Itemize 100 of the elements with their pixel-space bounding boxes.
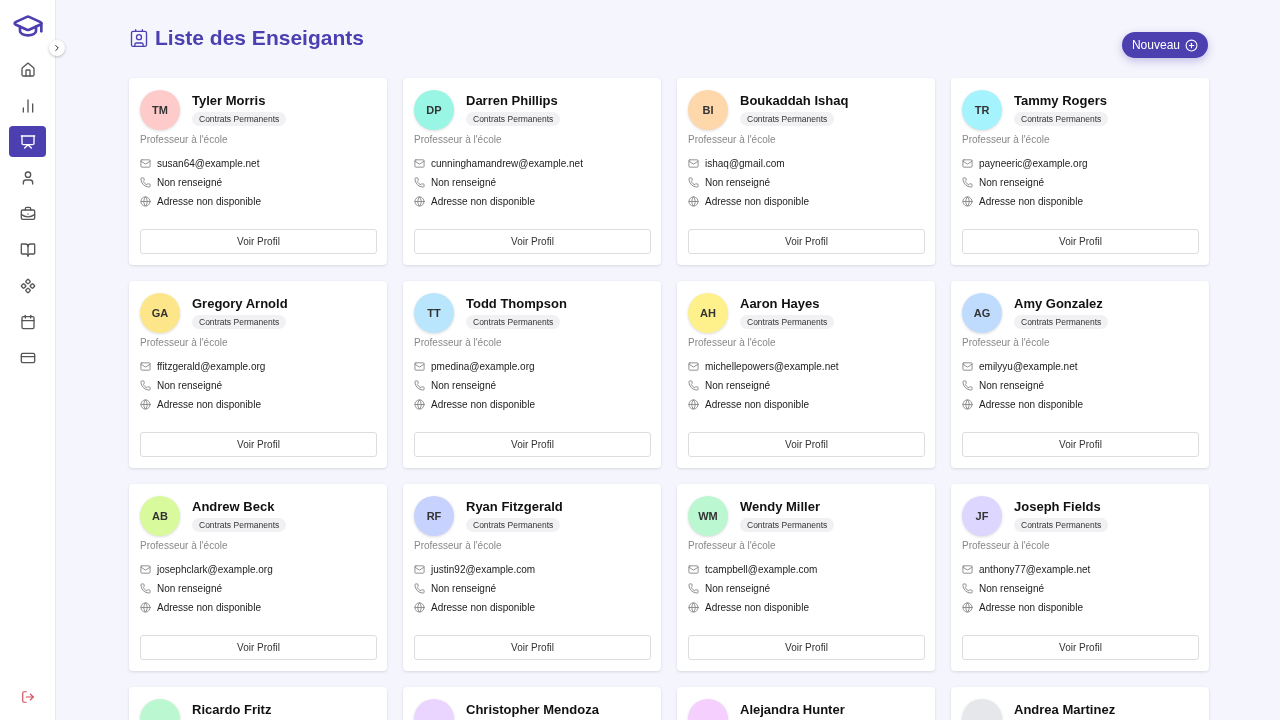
teacher-role: Professeur à l'école — [414, 337, 503, 348]
teacher-role: Professeur à l'école — [962, 540, 1051, 551]
view-profile-button[interactable]: Voir Profil — [414, 432, 651, 457]
address-text: Adresse non disponible — [705, 399, 809, 410]
view-profile-button[interactable]: Voir Profil — [688, 635, 925, 660]
avatar: AH — [688, 293, 728, 333]
phone-icon — [962, 177, 973, 188]
phone-icon — [688, 583, 699, 594]
logout-icon — [20, 690, 35, 704]
contract-badge: Contrats Permanents — [466, 112, 561, 126]
email-text: susan64@example.net — [157, 158, 260, 169]
teacher-role: Professeur à l'école — [688, 337, 777, 348]
globe-icon — [414, 602, 425, 613]
view-profile-button[interactable]: Voir Profil — [688, 432, 925, 457]
phone-text: Non renseigné — [979, 583, 1045, 594]
globe-icon — [140, 602, 151, 613]
phone-icon — [688, 177, 699, 188]
contract-badge: Contrats Permanents — [192, 112, 287, 126]
teacher-role: Professeur à l'école — [688, 540, 777, 551]
mail-icon — [140, 361, 151, 372]
contract-badge: Contrats Permanents — [740, 518, 835, 532]
globe-icon — [688, 196, 699, 207]
teacher-name: Tyler Morris — [192, 93, 266, 108]
email-text: pmedina@example.org — [431, 361, 535, 372]
teacher-name: Amy Gonzalez — [1014, 296, 1103, 311]
avatar: RF — [414, 496, 454, 536]
phone-text: Non renseigné — [157, 177, 223, 188]
teacher-name: Todd Thompson — [466, 296, 567, 311]
teacher-name: Christopher Mendoza — [466, 702, 599, 717]
phone-text: Non renseigné — [157, 583, 223, 594]
phone-icon — [414, 177, 425, 188]
presentation-nav-button[interactable] — [9, 126, 46, 157]
logout-button[interactable] — [20, 690, 35, 704]
email-text: tcampbell@example.com — [705, 564, 818, 575]
view-profile-button[interactable]: Voir Profil — [688, 229, 925, 254]
avatar: TT — [414, 293, 454, 333]
globe-icon — [414, 399, 425, 410]
mail-icon — [688, 564, 699, 575]
plus-circle-icon — [1185, 38, 1198, 52]
teacher-name: Aaron Hayes — [740, 296, 820, 311]
email-text: josephclark@example.org — [157, 564, 273, 575]
contract-badge: Contrats Permanents — [466, 315, 561, 329]
teacher-role: Professeur à l'école — [140, 540, 229, 551]
phone-text: Non renseigné — [705, 583, 771, 594]
email-text: anthony77@example.net — [979, 564, 1091, 575]
email-text: michellepowers@example.net — [705, 361, 839, 372]
view-profile-button[interactable]: Voir Profil — [140, 432, 377, 457]
view-profile-button[interactable]: Voir Profil — [962, 229, 1199, 254]
globe-icon — [962, 196, 973, 207]
presentation-icon — [19, 133, 36, 150]
view-profile-button[interactable]: Voir Profil — [414, 229, 651, 254]
mail-icon — [140, 564, 151, 575]
email-text: ffitzgerald@example.org — [157, 361, 266, 372]
teacher-name: Ricardo Fritz — [192, 702, 272, 717]
teacher-name: Andrea Martinez — [1014, 702, 1116, 717]
avatar: TM — [140, 90, 180, 130]
view-profile-button[interactable]: Voir Profil — [140, 229, 377, 254]
phone-icon — [962, 583, 973, 594]
mail-icon — [962, 361, 973, 372]
globe-icon — [962, 602, 973, 613]
avatar: WM — [688, 496, 728, 536]
view-profile-button[interactable]: Voir Profil — [140, 635, 377, 660]
address-text: Adresse non disponible — [979, 602, 1083, 613]
mail-icon — [688, 158, 699, 169]
teacher-role: Professeur à l'école — [962, 134, 1051, 145]
phone-text: Non renseigné — [431, 380, 497, 391]
email-text: cunninghamandrew@example.net — [431, 158, 583, 169]
contract-badge: Contrats Permanents — [1014, 112, 1109, 126]
phone-text: Non renseigné — [705, 177, 771, 188]
avatar: BI — [688, 90, 728, 130]
address-text: Adresse non disponible — [431, 602, 535, 613]
teacher-name: Darren Phillips — [466, 93, 558, 108]
globe-icon — [962, 399, 973, 410]
address-text: Adresse non disponible — [705, 196, 809, 207]
avatar: JF — [962, 496, 1002, 536]
phone-text: Non renseigné — [431, 583, 497, 594]
contract-badge: Contrats Permanents — [466, 518, 561, 532]
calendar-icon — [19, 313, 36, 330]
view-profile-button[interactable]: Voir Profil — [962, 635, 1199, 660]
phone-icon — [140, 583, 151, 594]
view-profile-button[interactable]: Voir Profil — [414, 635, 651, 660]
teacher-name: Boukaddah Ishaq — [740, 93, 849, 108]
contract-badge: Contrats Permanents — [192, 518, 287, 532]
globe-icon — [414, 196, 425, 207]
briefcase-icon — [19, 205, 36, 222]
mail-icon — [962, 564, 973, 575]
address-text: Adresse non disponible — [979, 196, 1083, 207]
avatar: TR — [962, 90, 1002, 130]
address-text: Adresse non disponible — [157, 196, 261, 207]
avatar: DP — [414, 90, 454, 130]
page-title: Liste des Enseigants — [155, 26, 364, 50]
globe-icon — [140, 196, 151, 207]
phone-icon — [962, 380, 973, 391]
contract-badge: Contrats Permanents — [740, 315, 835, 329]
email-text: payneeric@example.org — [979, 158, 1088, 169]
new-button[interactable]: Nouveau — [1121, 32, 1208, 58]
address-text: Adresse non disponible — [157, 399, 261, 410]
view-profile-button[interactable]: Voir Profil — [962, 432, 1199, 457]
mail-icon — [414, 564, 425, 575]
phone-icon — [414, 380, 425, 391]
